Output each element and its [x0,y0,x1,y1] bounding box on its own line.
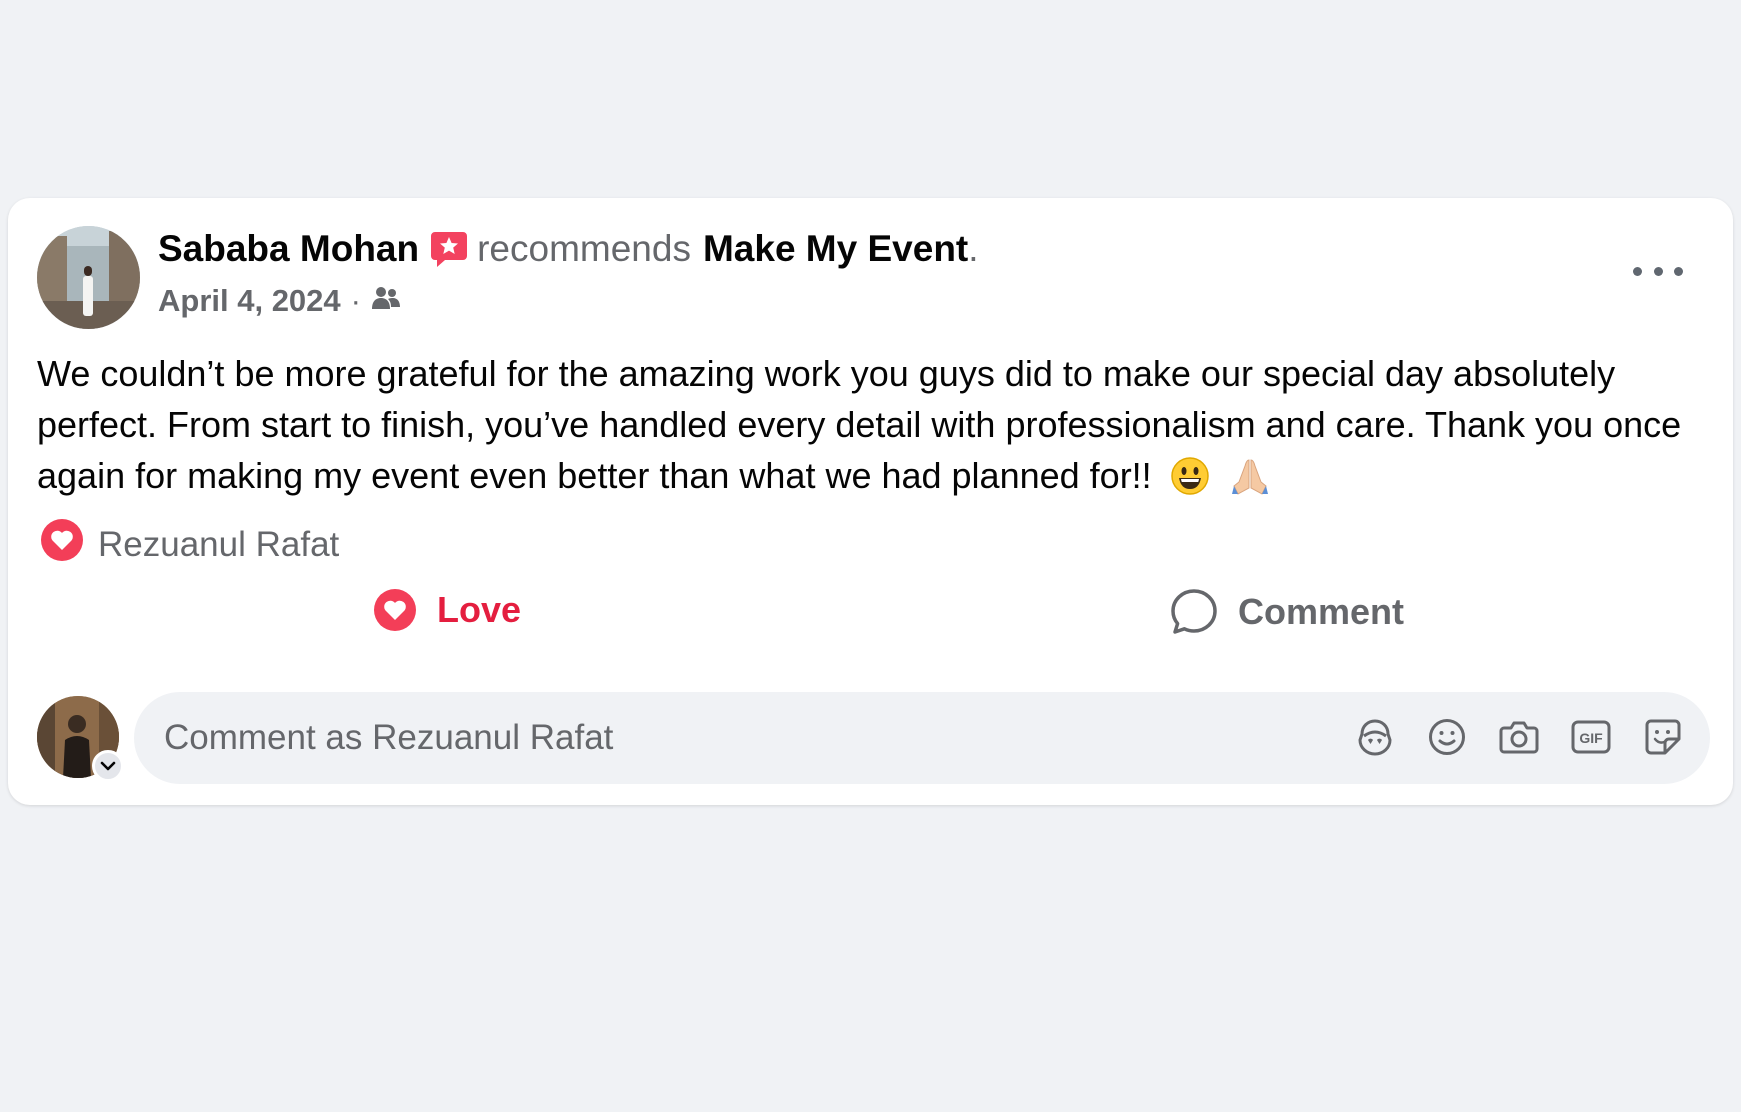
post-body-text: We couldn’t be more grateful for the ama… [37,353,1682,496]
post-meta: April 4, 2024 · [158,283,401,319]
more-options-icon[interactable] [1633,256,1683,286]
sticker-icon[interactable] [1640,714,1686,760]
comment-composer: GIF [134,692,1710,784]
reactions-summary[interactable]: Rezuanul Rafat [40,518,339,571]
folded-hands-emoji [1228,456,1272,509]
emoji-icon[interactable] [1424,714,1470,760]
author-avatar[interactable] [37,226,140,329]
comment-icon [1171,589,1217,634]
love-button[interactable]: Love [373,588,521,632]
author-name[interactable]: Sababa Mohan [158,228,419,270]
comment-button[interactable]: Comment [1170,588,1404,636]
gif-icon[interactable]: GIF [1568,714,1614,760]
love-reaction-icon [40,518,84,571]
post-date[interactable]: April 4, 2024 [158,283,341,319]
avatar-sticker-icon[interactable] [1352,714,1398,760]
love-button-label: Love [437,589,522,630]
recommends-text: recommends [477,228,691,269]
recommend-badge-icon [429,229,469,269]
svg-text:GIF: GIF [1579,730,1603,746]
composer-tools: GIF [1352,714,1686,760]
meta-separator: · [350,283,361,318]
comment-input[interactable] [164,692,1264,784]
friends-icon[interactable] [371,283,401,319]
comment-button-label: Comment [1238,591,1405,632]
header-period: . [968,228,979,269]
account-switch-chevron-icon[interactable] [92,750,124,782]
post-card: Sababa Mohan recommends Make My Event . … [8,198,1733,805]
page-name-link[interactable]: Make My Event [703,228,968,270]
post-header: Sababa Mohan recommends Make My Event . [158,228,979,270]
reactor-name: Rezuanul Rafat [98,524,340,564]
camera-icon[interactable] [1496,714,1542,760]
post-body: We couldn’t be more grateful for the ama… [37,348,1707,509]
grinning-face-emoji [1170,456,1210,509]
love-icon [374,589,416,631]
